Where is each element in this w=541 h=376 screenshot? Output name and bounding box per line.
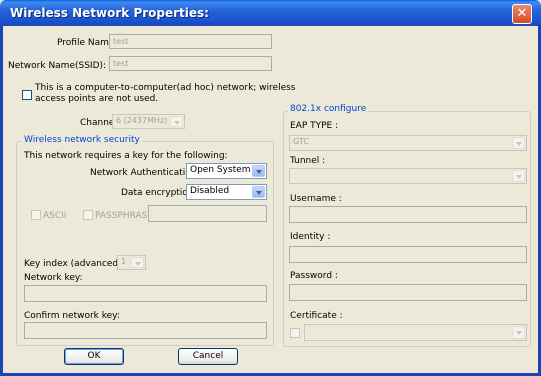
channel-value: 6 (2437MHz) <box>116 116 168 125</box>
passphrase-checkbox[interactable] <box>83 210 93 220</box>
chevron-down-icon <box>252 186 265 198</box>
window-frame-left <box>0 26 3 376</box>
key-index-select[interactable]: 1 <box>117 255 146 270</box>
tunnel-select[interactable] <box>289 168 527 184</box>
passphrase-label: PASSPHRASE <box>95 211 154 221</box>
certificate-checkbox[interactable] <box>290 328 300 338</box>
ok-button[interactable]: OK <box>64 348 124 365</box>
identity-label: Identity : <box>290 232 331 242</box>
network-authentication-label: Network Authentication: <box>90 168 200 178</box>
certificate-select[interactable] <box>304 324 527 341</box>
requires-key-text: This network requires a key for the foll… <box>24 151 228 161</box>
close-button[interactable]: ✕ <box>512 4 532 24</box>
key-index-value: 1 <box>121 257 127 266</box>
ascii-label: ASCII <box>43 211 67 221</box>
ssid-label: Network Name(SSID): <box>8 61 107 71</box>
channel-select[interactable]: 6 (2437MHz) <box>112 114 185 129</box>
chevron-down-icon <box>512 170 525 182</box>
dot1x-group-label: 802.1x configure <box>288 104 369 115</box>
username-label: Username : <box>290 194 342 204</box>
network-key-field[interactable] <box>24 285 267 302</box>
adhoc-checkbox[interactable] <box>22 90 32 100</box>
ssid-field[interactable]: test <box>109 56 272 71</box>
chevron-down-icon <box>252 165 265 177</box>
chevron-down-icon <box>131 257 144 268</box>
chevron-down-icon <box>512 326 525 339</box>
username-field[interactable] <box>289 206 527 223</box>
cancel-button-label: Cancel <box>192 351 224 361</box>
tunnel-label: Tunnel : <box>290 156 326 166</box>
close-icon: ✕ <box>516 6 528 21</box>
network-authentication-value: Open System <box>190 165 251 175</box>
ok-button-label: OK <box>87 351 101 361</box>
profile-name-field[interactable]: test <box>109 34 272 49</box>
window-title: Wireless Network Properties: <box>10 6 209 20</box>
chevron-down-icon <box>512 137 525 149</box>
network-key-label: Network key: <box>24 273 83 283</box>
key-index-label: Key index (advanced): <box>24 259 125 269</box>
password-field[interactable] <box>289 284 527 301</box>
data-encryption-value: Disabled <box>190 186 230 196</box>
chevron-down-icon <box>170 116 183 127</box>
ascii-checkbox[interactable] <box>31 210 41 220</box>
data-encryption-select[interactable]: Disabled <box>186 184 267 200</box>
confirm-network-key-label: Confirm network key: <box>24 311 120 321</box>
eap-type-value: GTC <box>293 137 309 146</box>
eap-type-label: EAP TYPE : <box>290 121 339 131</box>
passphrase-field[interactable] <box>148 205 267 222</box>
security-group-label: Wireless network security <box>22 135 142 146</box>
adhoc-label-line2: access points are not used. <box>35 94 159 104</box>
certificate-label: Certificate : <box>290 311 343 321</box>
network-authentication-select[interactable]: Open System <box>186 163 267 179</box>
eap-type-select[interactable]: GTC <box>289 135 527 151</box>
password-label: Password : <box>290 271 338 281</box>
confirm-network-key-field[interactable] <box>24 322 267 339</box>
identity-field[interactable] <box>289 246 527 263</box>
cancel-button[interactable]: Cancel <box>178 348 238 365</box>
